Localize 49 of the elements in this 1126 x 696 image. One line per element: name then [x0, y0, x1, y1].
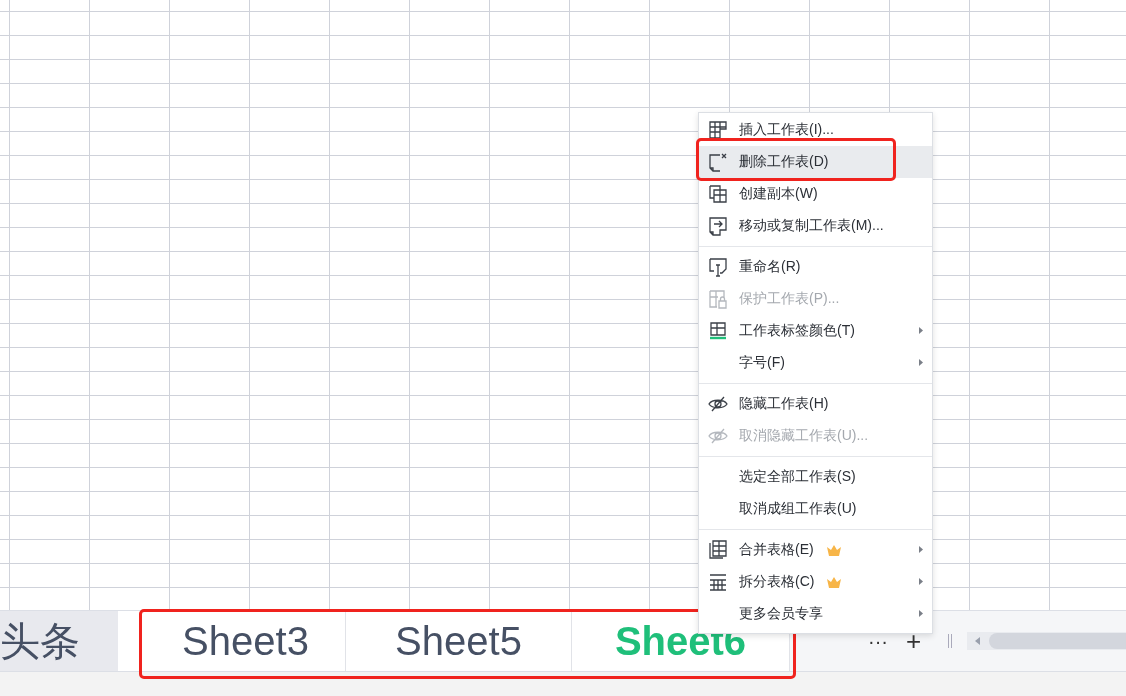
menu-item-label: 合并表格(E)	[739, 541, 814, 559]
more-button[interactable]: ···	[862, 629, 894, 653]
menu-item-label: 取消隐藏工作表(U)...	[739, 427, 869, 445]
lock-sheet-icon	[708, 289, 728, 309]
menu-item[interactable]: 移动或复制工作表(M)...	[699, 210, 932, 242]
eye-slash-icon	[708, 394, 728, 414]
menu-item-label: 保护工作表(P)...	[739, 290, 840, 308]
grid-sheet-icon	[708, 120, 728, 140]
menu-item-label: 删除工作表(D)	[739, 153, 829, 171]
sheet-x-icon	[708, 152, 728, 172]
crown-icon	[826, 576, 843, 588]
submenu-arrow-icon	[919, 546, 923, 553]
stacked-grid-icon	[708, 540, 728, 560]
menu-item[interactable]: 重命名(R)	[699, 251, 932, 283]
menu-item-label: 取消成组工作表(U)	[739, 500, 857, 518]
menu-item[interactable]: 字号(F)	[699, 347, 932, 379]
sheet-tab[interactable]: 头条	[0, 611, 118, 671]
sheet-arrow-icon	[708, 216, 728, 236]
menu-item[interactable]: 合并表格(E)	[699, 534, 932, 566]
eye-slash-icon	[708, 426, 728, 446]
splitter-handle-icon[interactable]	[947, 634, 954, 648]
sheet-underline-icon	[708, 321, 728, 341]
menu-item-label: 隐藏工作表(H)	[739, 395, 829, 413]
menu-item-label: 选定全部工作表(S)	[739, 468, 856, 486]
menu-item-label: 创建副本(W)	[739, 185, 818, 203]
sheet-cursor-icon	[708, 257, 728, 277]
menu-item-label: 插入工作表(I)...	[739, 121, 834, 139]
menu-item-label: 字号(F)	[739, 354, 785, 372]
crown-icon	[825, 544, 842, 556]
submenu-arrow-icon	[919, 327, 923, 334]
stacked-sheets-icon	[708, 184, 728, 204]
scroll-thumb[interactable]	[989, 633, 1126, 649]
scroll-left-icon[interactable]	[975, 637, 982, 645]
menu-item-label: 拆分表格(C)	[739, 573, 815, 591]
menu-item[interactable]: 删除工作表(D)	[699, 146, 932, 178]
menu-item[interactable]: 工作表标签颜色(T)	[699, 315, 932, 347]
submenu-arrow-icon	[919, 359, 923, 366]
grid-icon	[708, 572, 728, 592]
menu-item[interactable]: 隐藏工作表(H)	[699, 388, 932, 420]
submenu-arrow-icon	[919, 610, 923, 617]
horizontal-scrollbar[interactable]	[967, 632, 1126, 650]
menu-item-label: 重命名(R)	[739, 258, 801, 276]
submenu-arrow-icon	[919, 578, 923, 585]
menu-item-label: 移动或复制工作表(M)...	[739, 217, 884, 235]
menu-item[interactable]: 创建副本(W)	[699, 178, 932, 210]
menu-item[interactable]: 选定全部工作表(S)	[699, 461, 932, 493]
menu-item-label: 工作表标签颜色(T)	[739, 322, 855, 340]
menu-item[interactable]: 取消成组工作表(U)	[699, 493, 932, 525]
menu-item[interactable]: 拆分表格(C)	[699, 566, 932, 598]
